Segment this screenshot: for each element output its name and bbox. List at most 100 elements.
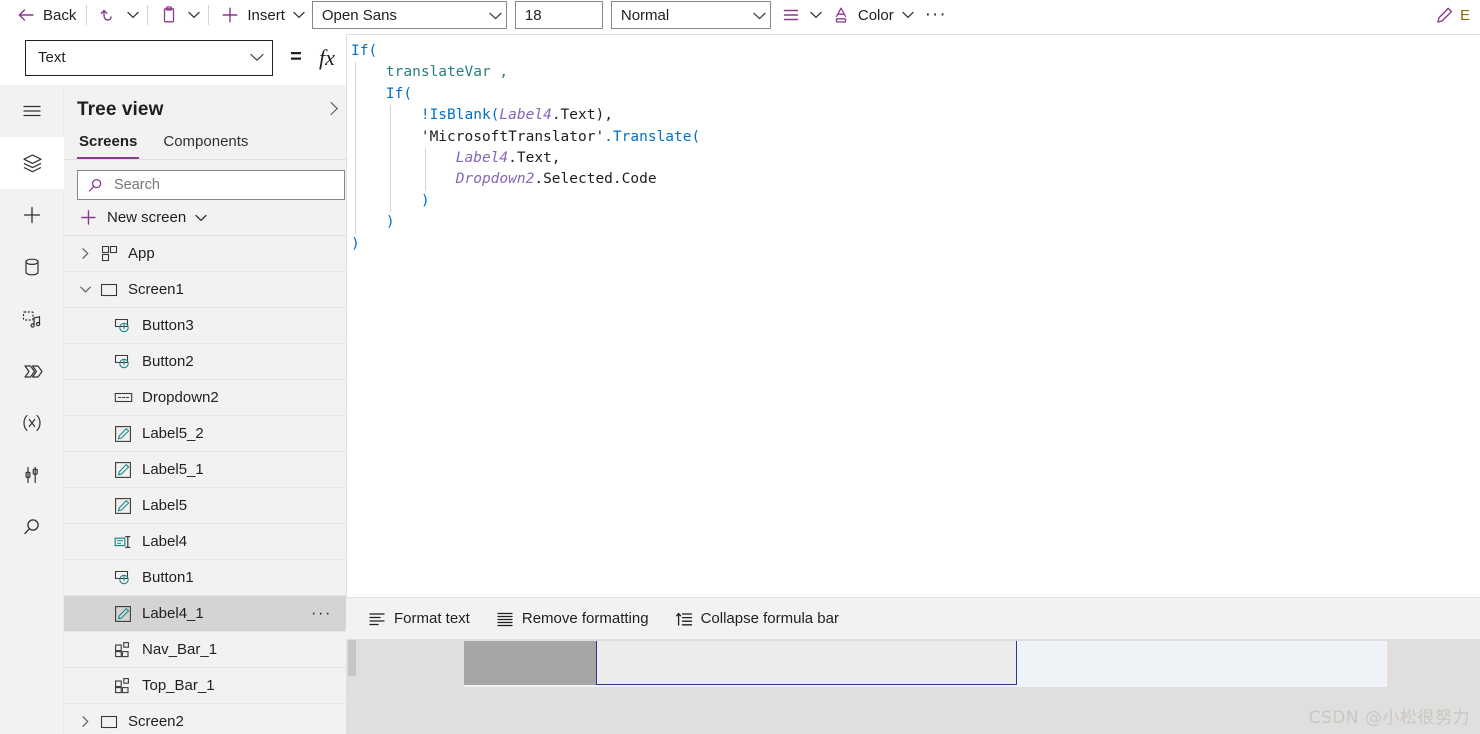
indent-guide — [355, 83, 356, 106]
tree-node-screen2[interactable]: Screen2 — [64, 704, 346, 734]
canvas-scrollbar-thumb[interactable] — [348, 640, 356, 676]
tree-node-app[interactable]: App — [64, 236, 346, 272]
chevron-down-icon[interactable] — [74, 284, 96, 295]
undo-button[interactable] — [92, 1, 124, 29]
back-label: Back — [43, 6, 77, 24]
tree-node-dropdown2[interactable]: Dropdown2 — [64, 380, 346, 416]
font-family-select[interactable]: Open Sans — [311, 1, 507, 29]
insert-dropdown-chevron[interactable] — [290, 4, 308, 26]
tree-node-label5_2[interactable]: Label5_2 — [64, 416, 346, 452]
remove-formatting-button[interactable]: Remove formatting — [486, 604, 659, 634]
search-container — [64, 160, 346, 200]
color-button[interactable]: Color — [825, 1, 899, 29]
insert-button[interactable]: Insert — [214, 1, 290, 29]
component-icon — [110, 677, 136, 694]
collapse-formula-bar-button[interactable]: Collapse formula bar — [665, 604, 849, 634]
chevron-right-icon[interactable] — [329, 101, 340, 119]
property-select[interactable]: Text — [25, 39, 273, 76]
tree-node-label5_1[interactable]: Label5_1 — [64, 452, 346, 488]
code-line: 'MicrosoftTranslator'.Translate( — [351, 126, 1480, 148]
tree-node-label: Label5_2 — [142, 425, 204, 442]
code-token: If( — [385, 85, 413, 102]
fx-icon: fx — [319, 44, 335, 70]
tree-node-nav_bar_1[interactable]: Nav_Bar_1 — [64, 632, 346, 668]
plus-icon — [219, 4, 241, 26]
rail-item-insert[interactable] — [0, 189, 64, 241]
tab-screens[interactable]: Screens — [77, 131, 140, 159]
selected-control-outline[interactable] — [596, 641, 1017, 685]
nav-bar-block[interactable] — [464, 641, 596, 685]
indent-guide — [355, 126, 356, 148]
color-dropdown-chevron[interactable] — [899, 4, 917, 26]
equals-sign: = — [290, 46, 302, 68]
formula-editor[interactable]: If( translateVar , If( !IsBlank(Label4.T… — [346, 34, 1480, 597]
code-token: ) — [351, 235, 360, 252]
tree-node-top_bar_1[interactable]: Top_Bar_1 — [64, 668, 346, 704]
indent-guide — [389, 169, 391, 191]
rail-item-advanced-tools[interactable] — [0, 449, 64, 501]
edit-label: E — [1459, 6, 1470, 24]
indent-guide — [424, 147, 426, 170]
chevron-right-icon[interactable] — [74, 715, 96, 728]
hamburger-icon — [20, 99, 44, 123]
code-token: .Text), — [551, 107, 613, 124]
divider — [86, 5, 88, 25]
formula-code[interactable]: If( translateVar , If( !IsBlank(Label4.T… — [347, 35, 1480, 255]
command-bar: Back Insert Open Sans 18 Normal Color ··… — [0, 0, 1480, 30]
indent-guide — [355, 105, 356, 127]
font-size-value: 18 — [524, 6, 542, 24]
align-dropdown-chevron[interactable] — [807, 4, 825, 26]
tab-components[interactable]: Components — [161, 131, 250, 159]
font-weight-select[interactable]: Normal — [610, 1, 771, 29]
tree-node-label: Top_Bar_1 — [142, 677, 215, 694]
rail-item-data[interactable] — [0, 241, 64, 293]
rail-item-search[interactable] — [0, 501, 64, 553]
rail-item-variables[interactable] — [0, 397, 64, 449]
indent-guide — [355, 169, 356, 191]
rail-item-media[interactable] — [0, 293, 64, 345]
new-screen-button[interactable]: New screen — [64, 200, 346, 236]
tree-node-screen1[interactable]: Screen1 — [64, 272, 346, 308]
new-screen-label: New screen — [107, 209, 187, 226]
tree-node-label: Dropdown2 — [142, 389, 219, 406]
power-apps-studio: Back Insert Open Sans 18 Normal Color ··… — [0, 0, 1480, 734]
rail-item-tree-view[interactable] — [0, 137, 64, 189]
paste-dropdown-chevron[interactable] — [185, 4, 203, 26]
pencil-icon[interactable] — [1434, 4, 1456, 26]
tree-node-context-menu-button[interactable]: ··· — [311, 604, 332, 621]
font-size-input[interactable]: 18 — [514, 1, 603, 29]
search-icon — [20, 515, 44, 539]
app-canvas[interactable]: CSDN @小松很努力 — [346, 640, 1480, 734]
tree-node-label4[interactable]: Label4 — [64, 524, 346, 560]
search-box[interactable] — [77, 170, 345, 200]
plus-icon — [77, 209, 99, 226]
chevron-right-icon[interactable] — [74, 247, 96, 260]
undo-dropdown-chevron[interactable] — [124, 4, 142, 26]
font-family-value: Open Sans — [321, 6, 397, 24]
tree-node-label5[interactable]: Label5 — [64, 488, 346, 524]
chevron-down-icon — [195, 214, 207, 222]
tree-node-button1[interactable]: Button1 — [64, 560, 346, 596]
rail-item-power-automate[interactable] — [0, 345, 64, 397]
tree-node-button3[interactable]: Button3 — [64, 308, 346, 344]
app-screen-preview[interactable] — [464, 641, 1387, 687]
indent-guide — [424, 169, 426, 191]
paste-button[interactable] — [153, 1, 185, 29]
rail-item-menu[interactable] — [0, 85, 64, 137]
screen-icon — [96, 282, 122, 298]
search-input[interactable] — [112, 176, 302, 194]
tree-node-label4_1[interactable]: Label4_1 ··· — [64, 596, 346, 632]
code-token: Dropdown2 — [455, 171, 535, 188]
back-button[interactable]: Back — [10, 1, 81, 29]
label-icon — [110, 605, 136, 623]
tree-node-button2[interactable]: Button2 — [64, 344, 346, 380]
text-align-button[interactable] — [775, 1, 807, 29]
format-text-button[interactable]: Format text — [358, 604, 480, 634]
tree-node-label: Label5 — [142, 497, 188, 514]
collapse-formula-bar-label: Collapse formula bar — [700, 610, 839, 627]
code-token: If( — [351, 43, 378, 59]
font-color-icon — [830, 4, 852, 26]
more-commands-button[interactable]: ··· — [917, 5, 955, 24]
